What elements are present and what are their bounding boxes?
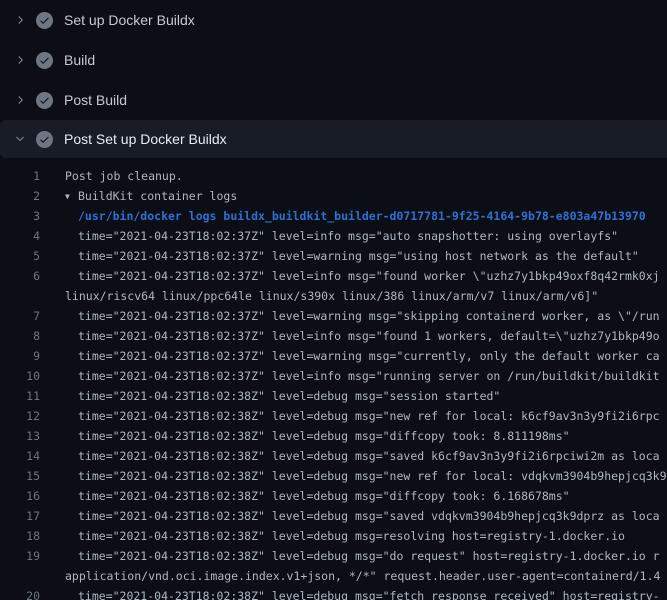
log-text: time="2021-04-23T18:02:38Z" level=debug …: [40, 426, 570, 446]
log-row: 2▼BuildKit container logs: [0, 186, 667, 206]
log-row: 17time="2021-04-23T18:02:38Z" level=debu…: [0, 506, 667, 526]
log-text: time="2021-04-23T18:02:37Z" level=warnin…: [40, 346, 660, 366]
log-text: time="2021-04-23T18:02:37Z" level=info m…: [40, 226, 618, 246]
log-text: time="2021-04-23T18:02:38Z" level=debug …: [40, 586, 660, 600]
log-row: 6time="2021-04-23T18:02:37Z" level=info …: [0, 266, 667, 286]
log-text: time="2021-04-23T18:02:37Z" level=info m…: [40, 366, 660, 386]
line-number[interactable]: 18: [0, 526, 40, 546]
log-text: time="2021-04-23T18:02:38Z" level=debug …: [40, 466, 667, 486]
log-row: 13time="2021-04-23T18:02:38Z" level=debu…: [0, 426, 667, 446]
line-number[interactable]: 7: [0, 306, 40, 326]
steps-list: Set up Docker Buildx Build Post Build Post …: [0, 0, 667, 158]
check-circle-icon: [36, 52, 53, 69]
line-number[interactable]: 6: [0, 266, 40, 286]
line-number[interactable]: 16: [0, 486, 40, 506]
step-label: Post Build: [64, 92, 127, 108]
line-number[interactable]: 2: [0, 186, 40, 206]
log-text: time="2021-04-23T18:02:38Z" level=debug …: [40, 486, 570, 506]
log-row: 15time="2021-04-23T18:02:38Z" level=debu…: [0, 466, 667, 486]
line-number[interactable]: 20: [0, 586, 40, 600]
log-text: Post job cleanup.: [40, 166, 183, 186]
line-number: [0, 566, 40, 586]
chevron-right-icon: [12, 12, 28, 28]
actions-log-viewer: Set up Docker Buildx Build Post Build Post …: [0, 0, 667, 600]
log-text: time="2021-04-23T18:02:37Z" level=warnin…: [40, 306, 660, 326]
log-row: linux/riscv64 linux/ppc64le linux/s390x …: [0, 286, 667, 306]
log-row: 12time="2021-04-23T18:02:38Z" level=debu…: [0, 406, 667, 426]
step-label: Set up Docker Buildx: [64, 12, 195, 28]
log-row: 14time="2021-04-23T18:02:38Z" level=debu…: [0, 446, 667, 466]
log-row: 7time="2021-04-23T18:02:37Z" level=warni…: [0, 306, 667, 326]
line-number[interactable]: 13: [0, 426, 40, 446]
group-expanded-triangle-icon: ▼: [65, 187, 78, 207]
log-row: 8time="2021-04-23T18:02:37Z" level=info …: [0, 326, 667, 346]
line-number[interactable]: 11: [0, 386, 40, 406]
log-text: time="2021-04-23T18:02:38Z" level=debug …: [40, 546, 660, 566]
log-text: time="2021-04-23T18:02:38Z" level=debug …: [40, 506, 660, 526]
log-command-text: /usr/bin/docker logs buildx_buildkit_bui…: [40, 206, 646, 226]
line-number[interactable]: 4: [0, 226, 40, 246]
log-text: time="2021-04-23T18:02:38Z" level=debug …: [40, 446, 660, 466]
line-number[interactable]: 3: [0, 206, 40, 226]
line-number[interactable]: 8: [0, 326, 40, 346]
log-text: time="2021-04-23T18:02:37Z" level=warnin…: [40, 246, 639, 266]
log-row: 4time="2021-04-23T18:02:37Z" level=info …: [0, 226, 667, 246]
log-row: 11time="2021-04-23T18:02:38Z" level=debu…: [0, 386, 667, 406]
log-row: 9time="2021-04-23T18:02:37Z" level=warni…: [0, 346, 667, 366]
log-text: BuildKit container logs: [78, 189, 237, 203]
line-number[interactable]: 14: [0, 446, 40, 466]
log-text: linux/riscv64 linux/ppc64le linux/s390x …: [40, 286, 598, 306]
line-number: [0, 286, 40, 306]
log-row: 3/usr/bin/docker logs buildx_buildkit_bu…: [0, 206, 667, 226]
line-number[interactable]: 17: [0, 506, 40, 526]
line-number[interactable]: 1: [0, 166, 40, 186]
log-row: 18time="2021-04-23T18:02:38Z" level=debu…: [0, 526, 667, 546]
check-circle-icon: [36, 92, 53, 109]
step-label: Post Set up Docker Buildx: [64, 131, 227, 147]
log-row: 20time="2021-04-23T18:02:38Z" level=debu…: [0, 586, 667, 600]
step-header-post-set-up-docker-buildx[interactable]: Post Set up Docker Buildx: [0, 120, 667, 158]
log-row: 19time="2021-04-23T18:02:38Z" level=debu…: [0, 546, 667, 566]
chevron-right-icon: [12, 92, 28, 108]
log-text: time="2021-04-23T18:02:37Z" level=info m…: [40, 266, 660, 286]
step-header-post-build[interactable]: Post Build: [0, 80, 667, 120]
log-text: time="2021-04-23T18:02:38Z" level=debug …: [40, 526, 625, 546]
line-number[interactable]: 10: [0, 366, 40, 386]
log-text: time="2021-04-23T18:02:37Z" level=info m…: [40, 326, 660, 346]
chevron-right-icon: [12, 52, 28, 68]
line-number[interactable]: 9: [0, 346, 40, 366]
line-number[interactable]: 12: [0, 406, 40, 426]
check-circle-icon: [36, 12, 53, 29]
chevron-down-icon: [12, 131, 28, 147]
step-header-set-up-docker-buildx[interactable]: Set up Docker Buildx: [0, 0, 667, 40]
log-text: application/vnd.oci.image.index.v1+json,…: [40, 566, 660, 586]
log-text: time="2021-04-23T18:02:38Z" level=debug …: [40, 406, 660, 426]
log-row: 5time="2021-04-23T18:02:37Z" level=warni…: [0, 246, 667, 266]
step-label: Build: [64, 52, 95, 68]
line-number[interactable]: 15: [0, 466, 40, 486]
log-row: 10time="2021-04-23T18:02:37Z" level=info…: [0, 366, 667, 386]
log-text: time="2021-04-23T18:02:38Z" level=debug …: [40, 386, 500, 406]
line-number[interactable]: 19: [0, 546, 40, 566]
log-row: 16time="2021-04-23T18:02:38Z" level=debu…: [0, 486, 667, 506]
log-row: 1Post job cleanup.: [0, 166, 667, 186]
check-circle-icon: [36, 131, 53, 148]
log-group-toggle[interactable]: ▼BuildKit container logs: [40, 186, 237, 206]
line-number[interactable]: 5: [0, 246, 40, 266]
step-header-build[interactable]: Build: [0, 40, 667, 80]
log-row: application/vnd.oci.image.index.v1+json,…: [0, 566, 667, 586]
log-lines: 1Post job cleanup.2▼BuildKit container l…: [0, 158, 667, 600]
